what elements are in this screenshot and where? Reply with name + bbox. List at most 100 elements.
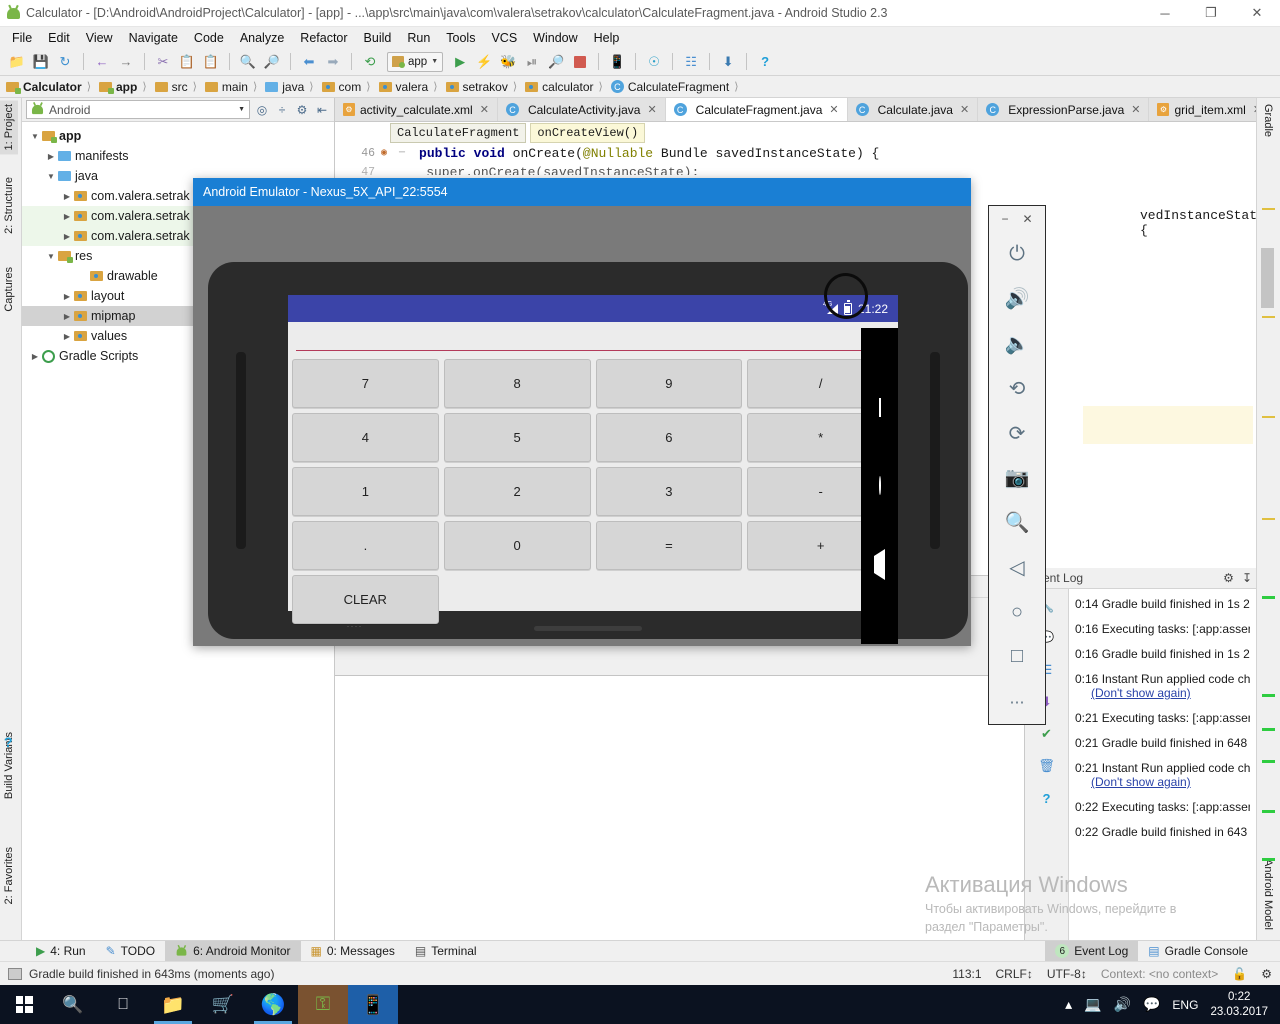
breadcrumb-item-calculator[interactable]: Calculator ⟩ [6, 80, 99, 94]
expand-arrow-icon[interactable]: ▼ [44, 172, 58, 181]
expand-arrow-icon[interactable]: ▼ [28, 132, 42, 141]
bottom-tab-event-log[interactable]: 6 Event Log [1045, 940, 1139, 962]
expand-arrow-icon[interactable]: ▶ [60, 292, 74, 301]
expand-arrow-icon[interactable]: ▶ [60, 312, 74, 321]
forward-icon[interactable]: ➡ [322, 51, 344, 73]
back-icon[interactable]: ◁ [996, 545, 1038, 590]
task-view-icon[interactable]: ⎕ [98, 985, 148, 1024]
volume-down-icon[interactable]: 🔈 [996, 321, 1038, 366]
sync-gradle-icon[interactable]: ⬇ [717, 51, 739, 73]
power-icon[interactable]: ⏻ [996, 232, 1038, 277]
breadcrumb-item-class[interactable]: C CalculateFragment ⟩ [610, 80, 747, 94]
start-icon[interactable] [0, 985, 48, 1024]
overview-icon[interactable]: □ [996, 634, 1038, 679]
project-view-selector[interactable]: Android ▼ [26, 100, 250, 119]
find-icon[interactable]: 🔍 [237, 51, 259, 73]
bottom-tab-terminal[interactable]: ▤ Terminal [405, 941, 487, 962]
phone-screen[interactable]: 4G 21:22 60 7 8 9 / [288, 295, 898, 644]
key-4[interactable]: 4 [292, 413, 439, 462]
context-label[interactable]: Context: <no context> [1101, 967, 1218, 981]
editor-breadcrumb-method[interactable]: onCreateView() [530, 123, 646, 143]
caret-position[interactable]: 113:1 [952, 967, 981, 981]
breadcrumb-item-java[interactable]: java ⟩ [265, 80, 321, 94]
run-configuration-selector[interactable]: app ▼ [387, 51, 444, 72]
replace-icon[interactable]: 🔎 [261, 51, 283, 73]
key-6[interactable]: 6 [595, 413, 743, 462]
key-2[interactable]: 2 [443, 467, 591, 516]
menu-edit[interactable]: Edit [40, 29, 78, 47]
expand-arrow-icon[interactable]: ▶ [60, 192, 74, 201]
key-3[interactable]: 3 [595, 467, 743, 516]
menu-window[interactable]: Window [525, 29, 585, 47]
bottom-tab-run[interactable]: ▶ 4: Run [26, 941, 96, 962]
bottom-tab-gradle-console[interactable]: ▤ Gradle Console [1138, 941, 1258, 962]
tab-activity-calculate-xml[interactable]: ⚙ activity_calculate.xml ✕ [335, 98, 498, 121]
stop-icon[interactable] [569, 51, 591, 73]
expand-arrow-icon[interactable]: ▶ [60, 212, 74, 221]
volume-up-icon[interactable]: 🔊 [996, 277, 1038, 322]
gear-icon[interactable]: ⚙ [294, 101, 310, 119]
help-icon[interactable]: ? [1036, 787, 1058, 809]
android-emulator-window[interactable]: Android Emulator - Nexus_5X_API_22:5554 … [193, 178, 971, 646]
dont-show-again-link[interactable]: (Don't show again) [1075, 775, 1250, 789]
chevron-up-icon[interactable]: ▴ [1065, 996, 1072, 1013]
project-structure-icon[interactable]: ☷ [680, 51, 702, 73]
tree-item-manifests[interactable]: ▶ manifests [22, 146, 334, 166]
debug-icon[interactable]: 🐝 [497, 51, 519, 73]
menu-refactor[interactable]: Refactor [292, 29, 355, 47]
menu-help[interactable]: Help [586, 29, 628, 47]
line-separator[interactable]: CRLF↕ [996, 967, 1033, 981]
menu-analyze[interactable]: Analyze [232, 29, 292, 47]
inspections-icon[interactable]: ⚙ [1261, 967, 1272, 981]
home-icon[interactable] [878, 476, 881, 496]
key-7[interactable]: 7 [292, 359, 439, 408]
encoding[interactable]: UTF-8↕ [1047, 967, 1087, 981]
sync-icon[interactable]: ↻ [54, 51, 76, 73]
tab-calculate-java[interactable]: C Calculate.java ✕ [847, 98, 979, 121]
back-icon[interactable] [874, 549, 885, 581]
sidebar-item-structure[interactable]: 2: Structure [0, 173, 18, 238]
instant-run-icon[interactable]: ⚡ [473, 51, 495, 73]
breadcrumb-item-setrakov[interactable]: setrakov ⟩ [445, 80, 526, 94]
redo-icon[interactable]: → [115, 51, 137, 73]
menu-build[interactable]: Build [356, 29, 400, 47]
home-icon[interactable]: ○ [996, 590, 1038, 635]
close-button[interactable]: ✕ [1022, 212, 1032, 226]
menu-vcs[interactable]: VCS [483, 29, 525, 47]
rotate-right-icon[interactable]: ⟳ [996, 411, 1038, 456]
expand-arrow-icon[interactable]: ▶ [60, 232, 74, 241]
sdk-manager-icon[interactable]: ☉ [643, 51, 665, 73]
target-icon[interactable]: ◎ [254, 101, 270, 119]
key-1[interactable]: 1 [292, 467, 439, 516]
breadcrumb-item-src[interactable]: src ⟩ [154, 80, 205, 94]
key-equals[interactable]: = [595, 521, 743, 570]
tab-grid-item-xml[interactable]: ⚙grid_item.xml✕ [1149, 98, 1256, 121]
calculator-display[interactable]: 60 [288, 322, 898, 355]
expand-arrow-icon[interactable]: ▶ [60, 332, 74, 341]
collapse-all-icon[interactable]: ÷ [274, 101, 290, 119]
lock-icon[interactable]: 🔓 [1232, 967, 1247, 981]
menu-run[interactable]: Run [399, 29, 438, 47]
breadcrumb-item-valera[interactable]: valera ⟩ [378, 80, 446, 94]
menu-tools[interactable]: Tools [438, 29, 483, 47]
expand-arrow-icon[interactable]: ▶ [44, 152, 58, 161]
event-log-entries[interactable]: 0:14 Gradle build finished in 1s 2 0:16 … [1069, 589, 1256, 940]
expand-arrow-icon[interactable]: ▶ [28, 352, 42, 361]
paste-icon[interactable]: 📋 [200, 51, 222, 73]
close-icon[interactable]: ✕ [1131, 103, 1140, 116]
menu-file[interactable]: File [4, 29, 40, 47]
run-icon[interactable]: ▶ [449, 51, 471, 73]
minimize-button[interactable]: ─ [1142, 0, 1188, 27]
overview-icon[interactable] [878, 397, 881, 417]
gutter-marker-icon[interactable]: ◉ [381, 144, 387, 163]
save-all-icon[interactable]: 💾 [30, 51, 52, 73]
undo-icon[interactable]: ← [91, 51, 113, 73]
menu-view[interactable]: View [78, 29, 121, 47]
sidebar-item-gradle[interactable]: Gradle [1259, 100, 1277, 141]
more-icon[interactable]: ⋯ [996, 679, 1038, 724]
key-9[interactable]: 9 [595, 359, 743, 408]
emulator-icon[interactable]: 📱 [348, 985, 398, 1024]
breadcrumb-item-com[interactable]: com ⟩ [321, 80, 379, 94]
close-icon[interactable]: ✕ [829, 103, 838, 116]
file-explorer-icon[interactable]: 📁 [148, 985, 198, 1024]
